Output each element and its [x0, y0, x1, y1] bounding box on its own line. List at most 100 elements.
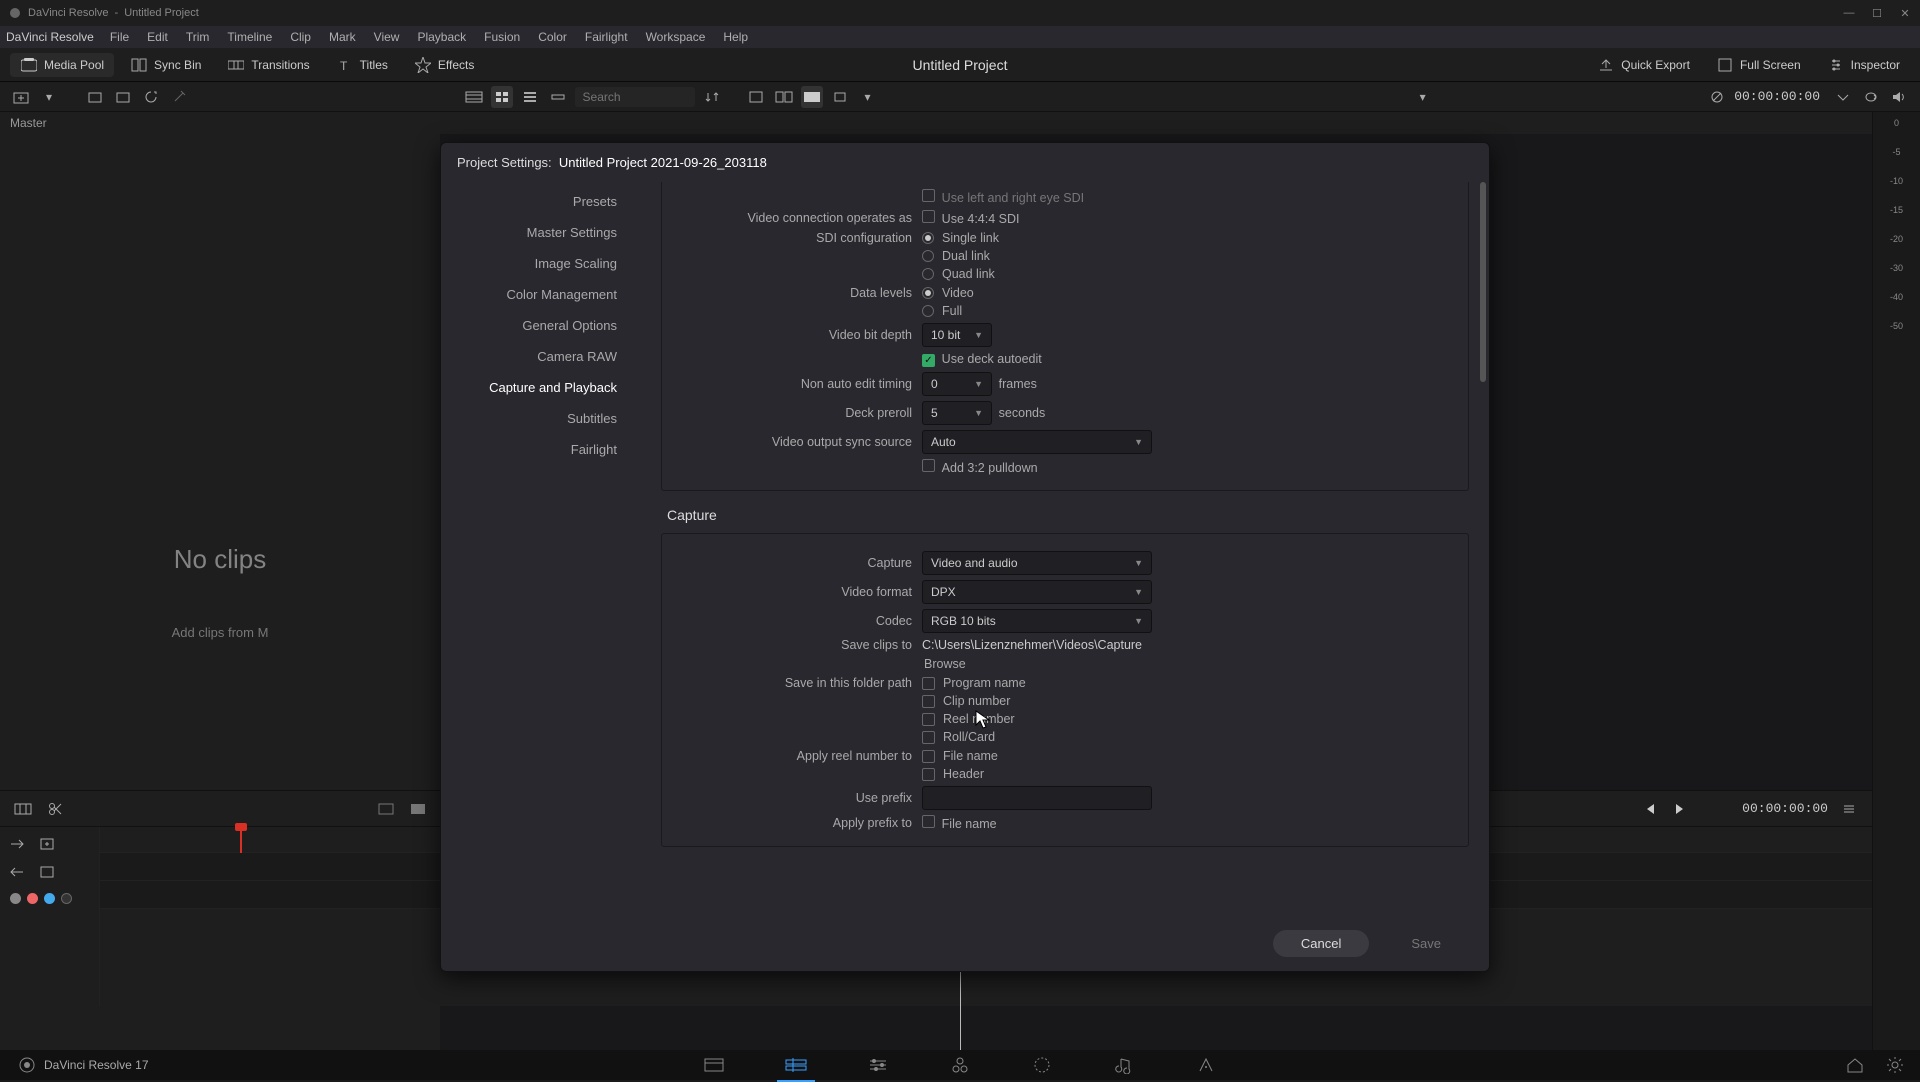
dropdown-icon[interactable]: ▾	[38, 86, 60, 108]
menu-edit[interactable]: Edit	[139, 28, 176, 46]
insert-icon[interactable]	[375, 798, 397, 820]
fusion-page-icon[interactable]	[949, 1054, 971, 1076]
toolbar-inspector[interactable]: Inspector	[1817, 53, 1910, 77]
marker-blue-icon[interactable]	[44, 893, 55, 904]
toolbar-quick-export[interactable]: Quick Export	[1587, 53, 1700, 77]
select-capture-mode[interactable]: Video and audio▼	[922, 551, 1152, 575]
speaker-icon[interactable]	[1888, 86, 1910, 108]
app-menu[interactable]: DaVinci Resolve	[6, 30, 94, 44]
timeline-menu-icon[interactable]	[1838, 798, 1860, 820]
checkbox-deck-autoedit[interactable]: ✓	[922, 354, 935, 367]
window-minimize-icon[interactable]: —	[1842, 6, 1856, 20]
category-general-options[interactable]: General Options	[441, 310, 641, 341]
category-camera-raw[interactable]: Camera RAW	[441, 341, 641, 372]
select-sync-source[interactable]: Auto▼	[922, 430, 1152, 454]
checkbox-use-444-sdi[interactable]	[922, 210, 935, 223]
radio-dual-link[interactable]	[922, 250, 934, 262]
deliver-page-icon[interactable]	[1195, 1054, 1217, 1076]
tool-icon[interactable]	[168, 86, 190, 108]
checkbox-clip-number[interactable]	[922, 695, 935, 708]
fairlight-page-icon[interactable]	[1113, 1054, 1135, 1076]
prev-edit-icon[interactable]	[1638, 798, 1660, 820]
menu-playback[interactable]: Playback	[409, 28, 474, 46]
cut-page-icon[interactable]	[785, 1054, 807, 1076]
split-clip-icon[interactable]	[44, 798, 66, 820]
toolbar-titles[interactable]: T Titles	[326, 53, 398, 77]
chevron-down-icon[interactable]: ▾	[1412, 86, 1434, 108]
loop-icon[interactable]	[1860, 86, 1882, 108]
strip-view-icon[interactable]	[547, 86, 569, 108]
select-video-format[interactable]: DPX▼	[922, 580, 1152, 604]
menu-clip[interactable]: Clip	[282, 28, 319, 46]
cancel-button[interactable]: Cancel	[1273, 930, 1369, 957]
aspect-dropdown-icon[interactable]: ▾	[857, 86, 879, 108]
single-viewer-icon[interactable]	[745, 86, 767, 108]
marker-black-icon[interactable]	[61, 893, 72, 904]
window-close-icon[interactable]: ✕	[1898, 6, 1912, 20]
radio-video-levels[interactable]	[922, 287, 934, 299]
list-view-icon[interactable]	[519, 86, 541, 108]
toolbar-sync-bin[interactable]: Sync Bin	[120, 53, 211, 77]
next-edit-icon[interactable]	[1670, 798, 1692, 820]
film-strip-icon[interactable]	[463, 86, 485, 108]
menu-file[interactable]: File	[102, 28, 137, 46]
category-subtitles[interactable]: Subtitles	[441, 403, 641, 434]
menu-fairlight[interactable]: Fairlight	[577, 28, 636, 46]
breadcrumb-master[interactable]: Master	[0, 112, 1920, 134]
search-input[interactable]	[575, 87, 695, 107]
category-image-scaling[interactable]: Image Scaling	[441, 248, 641, 279]
refresh-icon[interactable]	[140, 86, 162, 108]
checkbox-32-pulldown[interactable]	[922, 459, 935, 472]
bypass-icon[interactable]	[1706, 86, 1728, 108]
radio-single-link[interactable]	[922, 232, 934, 244]
select-deck-preroll[interactable]: 5▼	[922, 401, 992, 425]
save-button[interactable]: Save	[1383, 930, 1469, 957]
color-page-icon[interactable]	[1031, 1054, 1053, 1076]
checkbox-program-name[interactable]	[922, 677, 935, 690]
settings-gear-icon[interactable]	[1884, 1054, 1906, 1076]
toolbar-full-screen[interactable]: Full Screen	[1706, 53, 1811, 77]
select-video-bit-depth[interactable]: 10 bit▼	[922, 323, 992, 347]
menu-fusion[interactable]: Fusion	[476, 28, 528, 46]
category-master-settings[interactable]: Master Settings	[441, 217, 641, 248]
category-fairlight[interactable]: Fairlight	[441, 434, 641, 465]
aspect-icon[interactable]	[829, 86, 851, 108]
menu-workspace[interactable]: Workspace	[638, 28, 714, 46]
ripple-overwrite-icon[interactable]	[6, 833, 28, 855]
radio-quad-link[interactable]	[922, 268, 934, 280]
toolbar-transitions[interactable]: Transitions	[217, 53, 319, 77]
window-maximize-icon[interactable]: ☐	[1870, 6, 1884, 20]
overwrite-icon[interactable]	[407, 798, 429, 820]
checkbox-prefix-filename[interactable]	[922, 815, 935, 828]
menu-mark[interactable]: Mark	[321, 28, 364, 46]
media-page-icon[interactable]	[703, 1054, 725, 1076]
bin-icon-1[interactable]	[84, 86, 106, 108]
checkbox-reel-filename[interactable]	[922, 750, 935, 763]
radio-full-levels[interactable]	[922, 305, 934, 317]
toolbar-effects[interactable]: Effects	[404, 53, 484, 77]
select-codec[interactable]: RGB 10 bits▼	[922, 609, 1152, 633]
input-use-prefix[interactable]	[922, 786, 1152, 810]
boring-detector-icon[interactable]	[12, 798, 34, 820]
home-icon[interactable]	[1844, 1054, 1866, 1076]
timecode-menu-icon[interactable]	[1832, 86, 1854, 108]
place-on-top-icon[interactable]	[6, 861, 28, 883]
browse-button[interactable]: Browse	[924, 657, 966, 671]
bin-icon-2[interactable]	[112, 86, 134, 108]
category-presets[interactable]: Presets	[441, 186, 641, 217]
source-tape-icon[interactable]	[801, 86, 823, 108]
dual-viewer-icon[interactable]	[773, 86, 795, 108]
marker-gray-icon[interactable]	[10, 893, 21, 904]
marker-red-icon[interactable]	[27, 893, 38, 904]
menu-help[interactable]: Help	[715, 28, 756, 46]
menu-view[interactable]: View	[366, 28, 408, 46]
sort-icon[interactable]	[701, 86, 723, 108]
menu-trim[interactable]: Trim	[178, 28, 218, 46]
menu-color[interactable]: Color	[530, 28, 575, 46]
thumbnail-view-icon[interactable]	[491, 86, 513, 108]
import-media-icon[interactable]	[10, 86, 32, 108]
close-up-icon[interactable]	[36, 833, 58, 855]
menu-timeline[interactable]: Timeline	[219, 28, 280, 46]
source-overwrite-icon[interactable]	[36, 861, 58, 883]
category-color-management[interactable]: Color Management	[441, 279, 641, 310]
